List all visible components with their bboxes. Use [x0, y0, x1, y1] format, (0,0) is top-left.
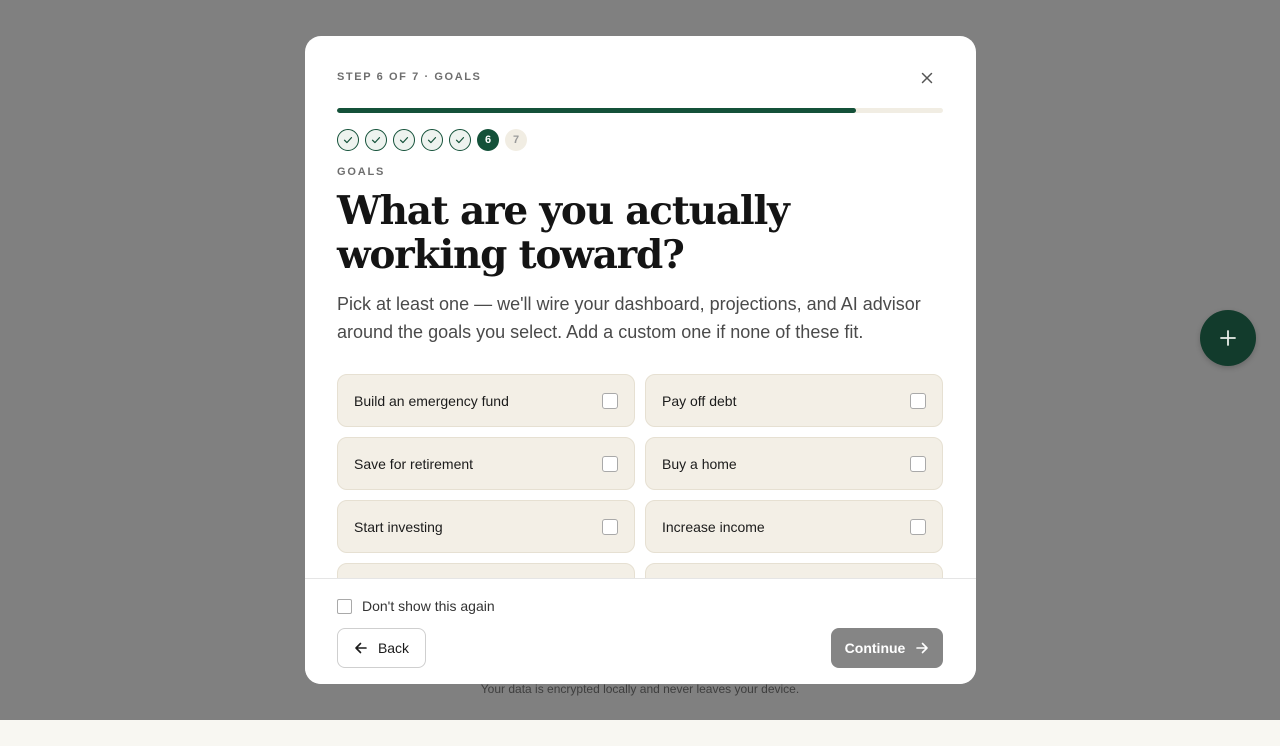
check-icon [427, 137, 437, 144]
back-button[interactable]: Back [337, 628, 426, 668]
goal-option-checkbox[interactable] [602, 455, 618, 472]
goal-option[interactable]: Start investing [337, 500, 635, 553]
step-dots: 67 [337, 129, 527, 151]
goal-option-label: Increase income [662, 518, 765, 535]
dont-show-again-toggle[interactable]: Don't show this again [337, 598, 495, 614]
goal-option-checkbox[interactable] [602, 518, 618, 535]
page-title: What are you actually working toward? [337, 188, 790, 278]
step-dot-2 [365, 129, 387, 151]
goal-option[interactable] [337, 563, 635, 578]
goal-option[interactable]: Buy a home [645, 437, 943, 490]
back-button-label: Back [377, 640, 410, 656]
goal-option-checkbox[interactable] [602, 392, 618, 409]
progress-bar-fill [337, 108, 857, 113]
page-description: Pick at least one — we'll wire your dash… [337, 294, 921, 342]
privacy-footnote: Your data is encrypted locally and never… [480, 682, 800, 696]
goal-option[interactable]: Pay off debt [645, 374, 943, 427]
goal-option-label: Buy a home [662, 455, 737, 472]
goal-option-label: Build an emergency fund [354, 392, 509, 409]
arrow-right-icon [916, 642, 929, 654]
check-icon [371, 137, 381, 144]
goal-option[interactable]: Save for retirement [337, 437, 635, 490]
onboarding-modal: STEP 6 OF 7 · GOALS 67 GOALS What are yo… [305, 36, 976, 684]
continue-button[interactable]: Continue [831, 628, 943, 668]
goal-option-label: Start investing [354, 518, 443, 535]
add-fab-button[interactable] [1200, 310, 1256, 366]
progress-bar [337, 108, 943, 113]
step-dot-label: 6 [484, 134, 492, 146]
dont-show-again-label: Don't show this again [362, 598, 495, 614]
step-dot-1 [337, 129, 359, 151]
step-dot-label: 7 [512, 134, 520, 146]
step-dot-7: 7 [505, 129, 527, 151]
goal-option-checkbox[interactable] [910, 392, 926, 409]
step-dot-3 [393, 129, 415, 151]
check-icon [399, 137, 409, 144]
goal-option-checkbox[interactable] [910, 455, 926, 472]
goal-option-checkbox[interactable] [910, 518, 926, 535]
section-label: GOALS [337, 166, 386, 178]
goal-option-label: Save for retirement [354, 455, 474, 472]
goal-options-grid: Build an emergency fund Pay off debt Save … [337, 374, 943, 578]
check-icon [455, 137, 465, 144]
close-icon [921, 72, 933, 84]
step-dot-6: 6 [477, 129, 499, 151]
modal-footer: Don't show this again Back Continue [305, 578, 976, 684]
plus-icon [1220, 330, 1236, 346]
dont-show-again-checkbox[interactable] [337, 598, 352, 614]
step-dot-5 [449, 129, 471, 151]
step-dot-4 [421, 129, 443, 151]
arrow-left-icon [355, 642, 367, 654]
continue-button-label: Continue [844, 640, 906, 656]
step-indicator-label: STEP 6 OF 7 · GOALS [337, 71, 482, 83]
modal-scroll-area[interactable]: STEP 6 OF 7 · GOALS 67 GOALS What are yo… [305, 36, 976, 578]
page-bottom-strip [0, 720, 1280, 746]
goal-option[interactable]: Increase income [645, 500, 943, 553]
close-button[interactable] [915, 66, 939, 90]
goal-option[interactable] [645, 563, 943, 578]
goal-option[interactable]: Build an emergency fund [337, 374, 635, 427]
goal-option-label: Pay off debt [662, 392, 737, 409]
check-icon [343, 137, 353, 144]
